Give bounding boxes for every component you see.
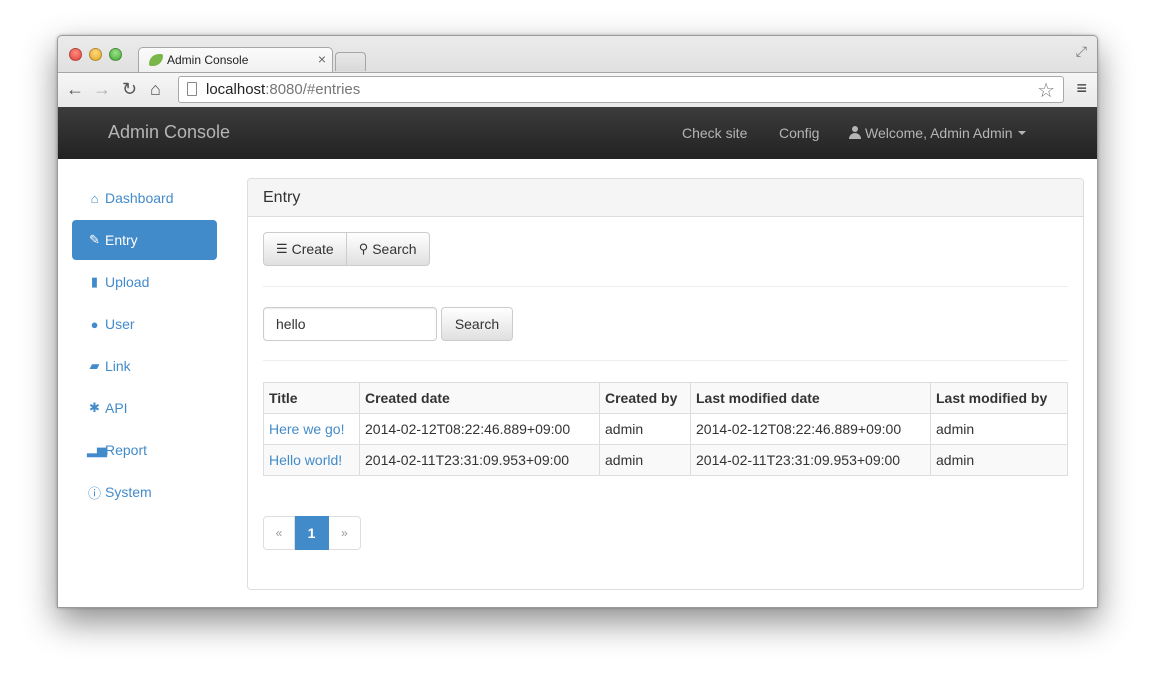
nav-config[interactable]: Config <box>779 125 819 141</box>
home-icon: ⌂ <box>90 190 99 206</box>
user-menu[interactable]: Welcome, Admin Admin <box>849 125 1026 141</box>
bookmark-icon: ▰ <box>89 358 100 373</box>
pencil-icon: ✎ <box>89 232 100 247</box>
sidebar-item-label: Link <box>105 358 131 374</box>
sidebar-item-system[interactable]: ⓘ System <box>72 472 217 512</box>
search-toggle-label: Search <box>372 241 417 257</box>
column-header[interactable]: Created date <box>359 382 600 414</box>
browser-window: Admin Console × ⤢ ← → ↻ ⌂ localhost:8080… <box>57 35 1098 608</box>
pagination-next[interactable]: » <box>329 516 361 550</box>
user-icon: ● <box>90 316 99 332</box>
table-header-row: Title Created date Created by Last modif… <box>263 382 1068 414</box>
welcome-text: Welcome, Admin Admin <box>865 125 1013 141</box>
sidebar-item-label: API <box>105 400 128 416</box>
navbar-brand[interactable]: Admin Console <box>108 122 230 143</box>
tab-close-icon[interactable]: × <box>318 51 326 67</box>
entry-panel: Entry ☰ Create ⚲ Search Search Title Cre… <box>247 178 1084 590</box>
reload-icon[interactable]: ↻ <box>122 78 137 100</box>
create-button[interactable]: ☰ Create <box>263 232 347 266</box>
panel-title: Entry <box>248 179 1083 217</box>
sidebar-item-label: Entry <box>105 232 138 248</box>
search-toggle-button[interactable]: ⚲ Search <box>346 232 430 266</box>
list-icon: ☰ <box>276 241 288 256</box>
sidebar-item-label: Report <box>105 442 148 458</box>
column-header[interactable]: Title <box>263 382 360 414</box>
sidebar-item-api[interactable]: ✱ API <box>72 388 217 428</box>
divider <box>263 286 1068 287</box>
table-row: Hello world! 2014-02-11T23:31:09.953+09:… <box>263 444 1068 476</box>
table-cell: admin <box>930 444 1068 476</box>
table-cell: 2014-02-12T08:22:46.889+09:00 <box>359 413 600 445</box>
table-cell: admin <box>599 444 691 476</box>
sidebar-item-link[interactable]: ▰ Link <box>72 346 217 386</box>
table-cell: admin <box>930 413 1068 445</box>
pagination-prev[interactable]: « <box>263 516 295 550</box>
sidebar-item-entry[interactable]: ✎ Entry <box>72 220 217 260</box>
back-arrow-icon[interactable]: ← <box>66 78 84 100</box>
nav-check-site[interactable]: Check site <box>682 125 747 141</box>
sidebar: ⌂ Dashboard ✎ Entry ▮ Upload ● User ▰ Li… <box>72 178 217 514</box>
fullscreen-icon[interactable]: ⤢ <box>1076 43 1087 60</box>
url-text[interactable]: localhost:8080/#entries <box>206 81 360 98</box>
divider <box>263 360 1068 361</box>
sidebar-item-user[interactable]: ● User <box>72 304 217 344</box>
create-label: Create <box>291 241 334 257</box>
table-cell: 2014-02-11T23:31:09.953+09:00 <box>359 444 600 476</box>
page-icon <box>187 82 197 96</box>
sidebar-item-report[interactable]: ▂▅ Report <box>72 430 217 470</box>
user-icon <box>849 126 861 139</box>
pagination-current-page[interactable]: 1 <box>295 516 329 550</box>
bookmark-star-icon[interactable]: ☆ <box>1037 78 1055 103</box>
search-button[interactable]: Search <box>441 307 513 341</box>
minimize-window-button[interactable] <box>89 48 102 61</box>
table-cell: 2014-02-12T08:22:46.889+09:00 <box>690 413 931 445</box>
info-icon: ⓘ <box>87 485 101 501</box>
sidebar-item-label: Dashboard <box>105 190 174 206</box>
sidebar-item-dashboard[interactable]: ⌂ Dashboard <box>72 178 217 218</box>
app-navbar: Admin Console Check site Config Welcome,… <box>58 107 1097 159</box>
column-header[interactable]: Last modified date <box>690 382 931 414</box>
sidebar-item-label: User <box>105 316 135 332</box>
stats-icon: ▂▅ <box>87 442 107 457</box>
table-cell: admin <box>599 413 691 445</box>
sidebar-item-upload[interactable]: ▮ Upload <box>72 262 217 302</box>
table-cell: 2014-02-11T23:31:09.953+09:00 <box>690 444 931 476</box>
sidebar-item-label: Upload <box>105 274 150 290</box>
action-button-group: ☰ Create ⚲ Search <box>263 232 430 266</box>
forward-arrow-icon[interactable]: → <box>93 78 111 100</box>
entry-title-link[interactable]: Hello world! <box>269 452 342 468</box>
address-bar[interactable]: localhost:8080/#entries ☆ <box>178 76 1064 103</box>
entry-title-link[interactable]: Here we go! <box>269 421 344 437</box>
search-input[interactable] <box>263 307 437 341</box>
browser-tab[interactable]: Admin Console × <box>138 47 333 72</box>
pagination: « 1 » <box>263 516 361 550</box>
browser-menu-icon[interactable]: ≡ <box>1076 78 1087 99</box>
close-window-button[interactable] <box>69 48 82 61</box>
table-row: Here we go! 2014-02-12T08:22:46.889+09:0… <box>263 413 1068 445</box>
new-tab-button[interactable] <box>335 52 366 71</box>
tab-title: Admin Console <box>167 53 249 67</box>
zoom-window-button[interactable] <box>109 48 122 61</box>
home-icon[interactable]: ⌂ <box>150 78 161 100</box>
column-header[interactable]: Created by <box>599 382 691 414</box>
caret-down-icon <box>1017 131 1026 135</box>
asterisk-icon: ✱ <box>89 400 100 415</box>
sidebar-item-label: System <box>105 484 152 500</box>
leaf-favicon-icon <box>149 54 163 66</box>
file-icon: ▮ <box>90 274 99 289</box>
column-header[interactable]: Last modified by <box>930 382 1068 414</box>
search-icon: ⚲ <box>358 241 369 256</box>
entries-table: Title Created date Created by Last modif… <box>263 382 1068 476</box>
